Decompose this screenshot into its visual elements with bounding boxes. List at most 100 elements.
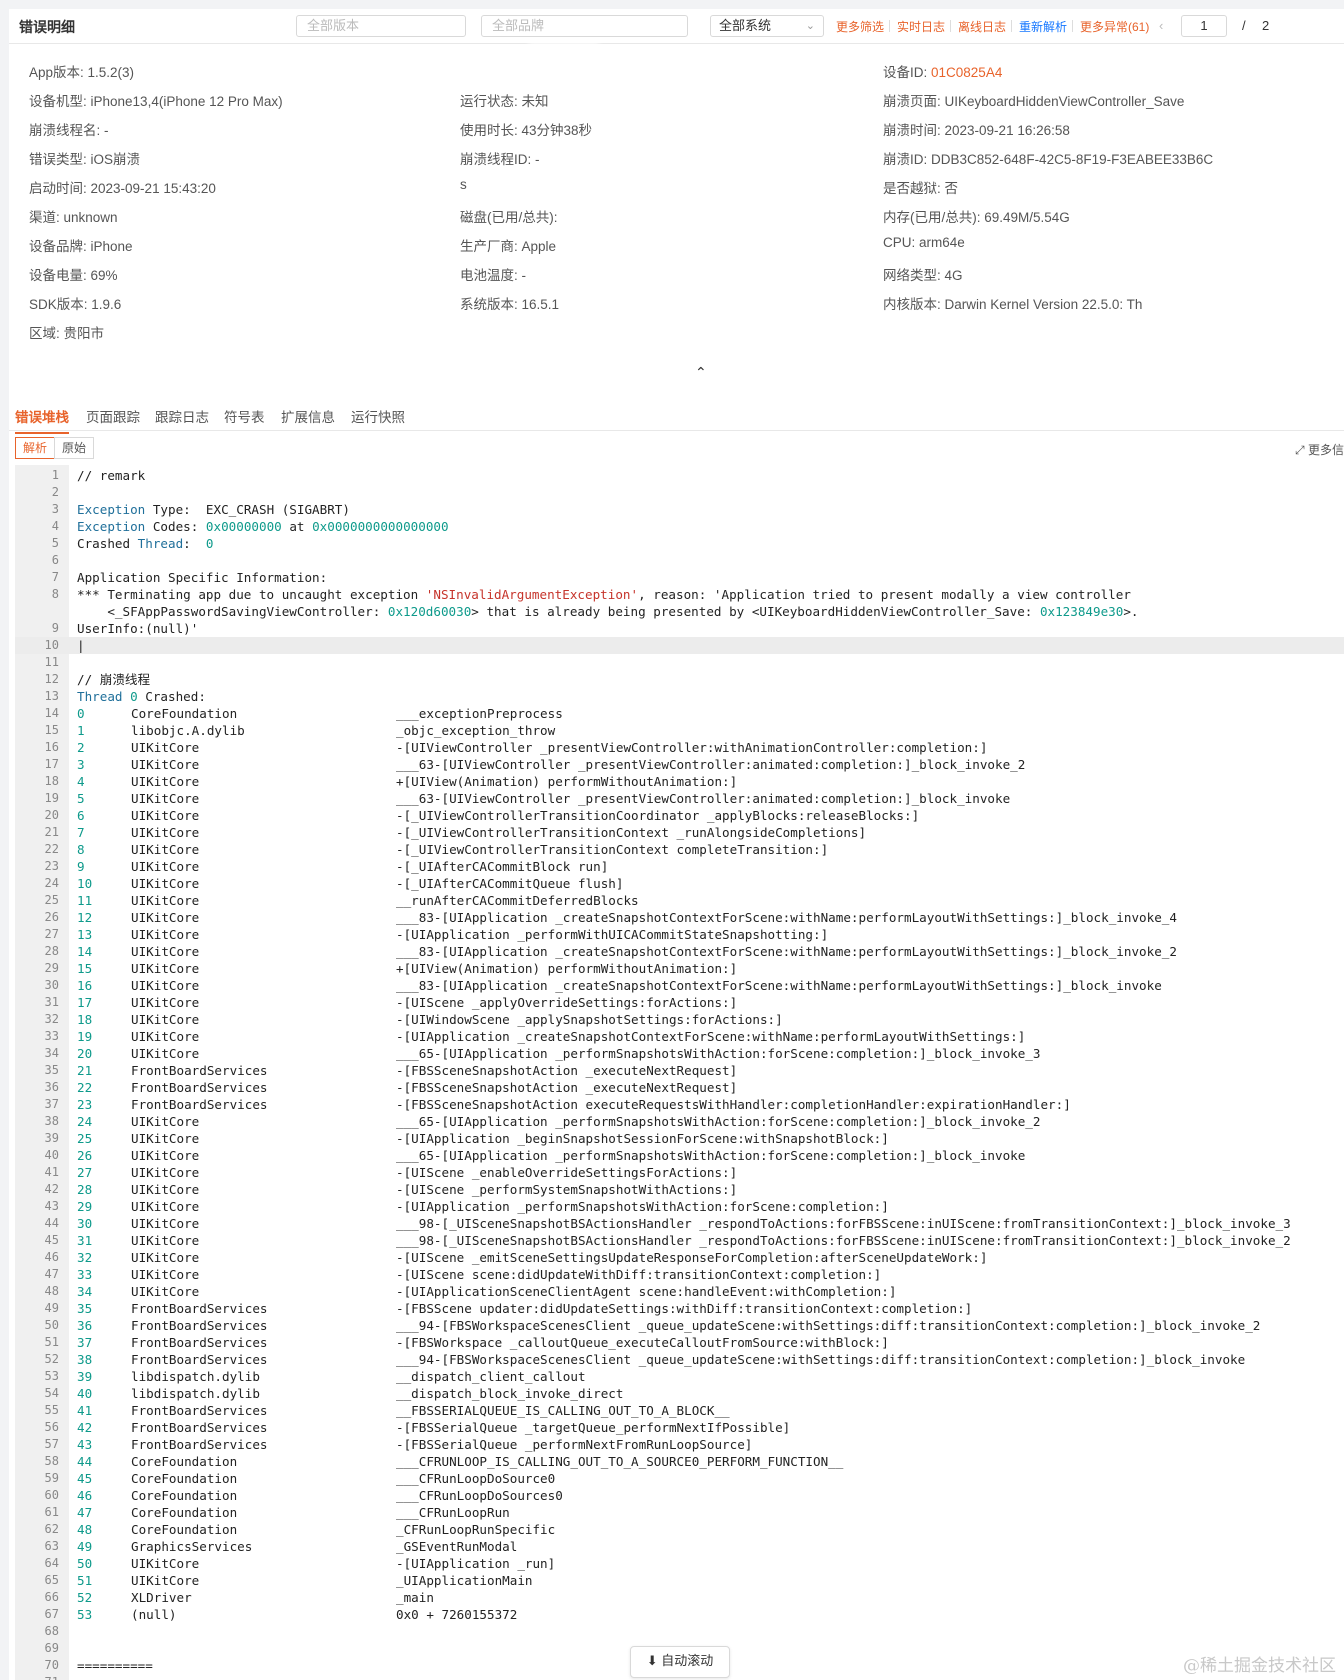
code-text: Exception Codes: 0x00000000 at 0x0000000…	[77, 518, 449, 535]
frame-library: FrontBoardServices	[131, 1420, 268, 1435]
more-exceptions-link[interactable]: 更多异常(61)	[1080, 18, 1149, 35]
stack-frame-row: 25 11 UIKitCore __runAfterCACommitDeferredB…	[15, 892, 1344, 909]
info-field: 是否越狱: 否	[883, 177, 958, 197]
line-number: 21	[44, 825, 59, 839]
frame-library: FrontBoardServices	[131, 1063, 268, 1078]
line-number: 70	[44, 1658, 59, 1672]
tab-extended-info[interactable]: 扩展信息	[281, 406, 335, 432]
auto-scroll-button[interactable]: ⬇ 自动滚动	[630, 1646, 730, 1678]
version-filter-input[interactable]: 全部版本	[296, 15, 466, 37]
tab-trace-log[interactable]: 跟踪日志	[155, 406, 209, 432]
code-token: at	[281, 519, 313, 534]
stack-trace-viewer[interactable]: 1// remark 2 3 Exception Type: EXC_CRASH (S…	[15, 465, 1344, 1680]
info-value: 否	[944, 181, 959, 196]
tab-runtime-snapshot[interactable]: 运行快照	[351, 406, 405, 432]
info-value: 贵阳市	[63, 326, 105, 341]
code-token: // 崩溃线程	[77, 672, 151, 687]
code-text: *** Terminating app due to uncaught exce…	[77, 586, 1131, 603]
stack-frame-row: 33 19 UIKitCore -[UIApplication _createSnap…	[15, 1028, 1344, 1045]
info-label: 内存(已用/总共):	[883, 210, 985, 225]
stack-frame-row: 18 4 UIKitCore +[UIView(Animation) performW…	[15, 773, 1344, 790]
frame-library: UIKitCore	[131, 893, 200, 908]
reparse-link[interactable]: 重新解析	[1019, 18, 1067, 35]
line-number: 57	[44, 1437, 59, 1451]
frame-symbol: -[UIWindowScene _applySnapshotSettings:f…	[396, 1012, 783, 1027]
more-filter-link[interactable]: 更多筛选	[836, 18, 884, 35]
line-number: 38	[44, 1114, 59, 1128]
stack-frame-row: 24 10 UIKitCore -[_UIAfterCACommitQueue flu…	[15, 875, 1344, 892]
divider	[1011, 20, 1012, 32]
offline-log-link[interactable]: 离线日志	[958, 18, 1006, 35]
frame-library: UIKitCore	[131, 1233, 200, 1248]
frame-symbol: ___63-[UIViewController _presentViewCont…	[396, 791, 1011, 806]
line-number: 66	[44, 1590, 59, 1604]
tab-symbol-table[interactable]: 符号表	[224, 406, 265, 432]
line-number: 41	[44, 1165, 59, 1179]
line-number: 42	[44, 1182, 59, 1196]
frame-symbol: -[UIScene _emitSceneSettingsUpdateRespon…	[396, 1250, 988, 1265]
frame-symbol: -[FBSSceneSnapshotAction _executeNextReq…	[396, 1080, 738, 1095]
code-line: 4 Exception Codes: 0x00000000 at 0x000000…	[15, 518, 1344, 535]
info-value: -	[104, 123, 109, 138]
realtime-log-link[interactable]: 实时日志	[897, 18, 945, 35]
frame-symbol: ___CFRunLoopDoSource0	[396, 1471, 556, 1486]
frame-symbol: ___98-[_UISceneSnapshotBSActionsHandler …	[396, 1233, 1291, 1248]
info-field: 系统版本: 16.5.1	[460, 293, 559, 313]
line-number: 53	[44, 1369, 59, 1383]
info-field: 设备机型: iPhone13,4(iPhone 12 Pro Max)	[29, 90, 283, 110]
code-token: Exception	[77, 519, 146, 534]
tab-page-trace[interactable]: 页面跟踪	[86, 406, 140, 432]
stack-frame-row: 57 43 FrontBoardServices -[FBSSerialQueue _…	[15, 1436, 1344, 1453]
line-number: 34	[44, 1046, 59, 1060]
line-number: 63	[44, 1539, 59, 1553]
frame-index: 42	[77, 1420, 93, 1435]
frame-library: CoreFoundation	[131, 1454, 238, 1469]
info-value: 1.9.6	[91, 297, 122, 312]
more-info-link[interactable]: ⤢ 更多信	[1295, 441, 1344, 458]
info-label: 设备品牌:	[29, 239, 91, 254]
frame-library: UIKitCore	[131, 927, 200, 942]
code-token: >.	[1123, 604, 1139, 619]
prev-page-icon[interactable]: ‹	[1159, 18, 1163, 33]
info-label: 崩溃页面:	[883, 94, 945, 109]
brand-filter-input[interactable]: 全部品牌	[481, 15, 688, 37]
frame-index: 38	[77, 1352, 93, 1367]
raw-toggle[interactable]: 原始	[54, 437, 95, 459]
frame-library: (null)	[131, 1607, 177, 1622]
frame-symbol: ___94-[FBSWorkspaceScenesClient _queue_u…	[396, 1352, 1246, 1367]
frame-index: 44	[77, 1454, 93, 1469]
frame-index: 32	[77, 1250, 93, 1265]
frame-library: FrontBoardServices	[131, 1301, 268, 1316]
stack-frame-row: 29 15 UIKitCore +[UIView(Animation) perform…	[15, 960, 1344, 977]
collapse-up-icon[interactable]: ⌃	[695, 364, 707, 381]
stack-frame-row: 26 12 UIKitCore ___83-[UIApplication _creat…	[15, 909, 1344, 926]
line-number: 62	[44, 1522, 59, 1536]
frame-index: 30	[77, 1216, 93, 1231]
frame-library: CoreFoundation	[131, 1505, 238, 1520]
frame-index: 51	[77, 1573, 93, 1588]
tab-error-stack[interactable]: 错误堆栈	[15, 406, 69, 434]
info-value: arm64e	[919, 235, 965, 250]
line-number: 39	[44, 1131, 59, 1145]
expand-icon: ⤢	[1295, 443, 1305, 457]
info-field: SDK版本: 1.9.6	[29, 293, 121, 313]
info-label: 运行状态:	[460, 94, 522, 109]
code-text: <_SFAppPasswordSavingViewController: 0x1…	[77, 603, 1139, 620]
frame-index: 11	[77, 893, 93, 908]
frame-symbol: -[FBSSceneSnapshotAction _executeNextReq…	[396, 1063, 738, 1078]
frame-symbol: -[UIApplication _performWithUICACommitSt…	[396, 927, 829, 942]
system-select[interactable]: 全部系统 ⌄	[710, 15, 824, 37]
frame-index: 26	[77, 1148, 93, 1163]
line-number: 47	[44, 1267, 59, 1281]
parsed-toggle[interactable]: 解析	[15, 437, 56, 459]
frame-index: 0	[77, 706, 85, 721]
page-number-input[interactable]: 1	[1181, 15, 1227, 37]
info-value: iOS崩溃	[90, 152, 141, 167]
frame-index: 29	[77, 1199, 93, 1214]
info-value: 16.5.1	[521, 297, 560, 312]
line-number: 24	[44, 876, 59, 890]
info-value: unknown	[63, 210, 118, 225]
info-label: SDK版本:	[29, 297, 92, 312]
line-number: 5	[51, 536, 59, 550]
